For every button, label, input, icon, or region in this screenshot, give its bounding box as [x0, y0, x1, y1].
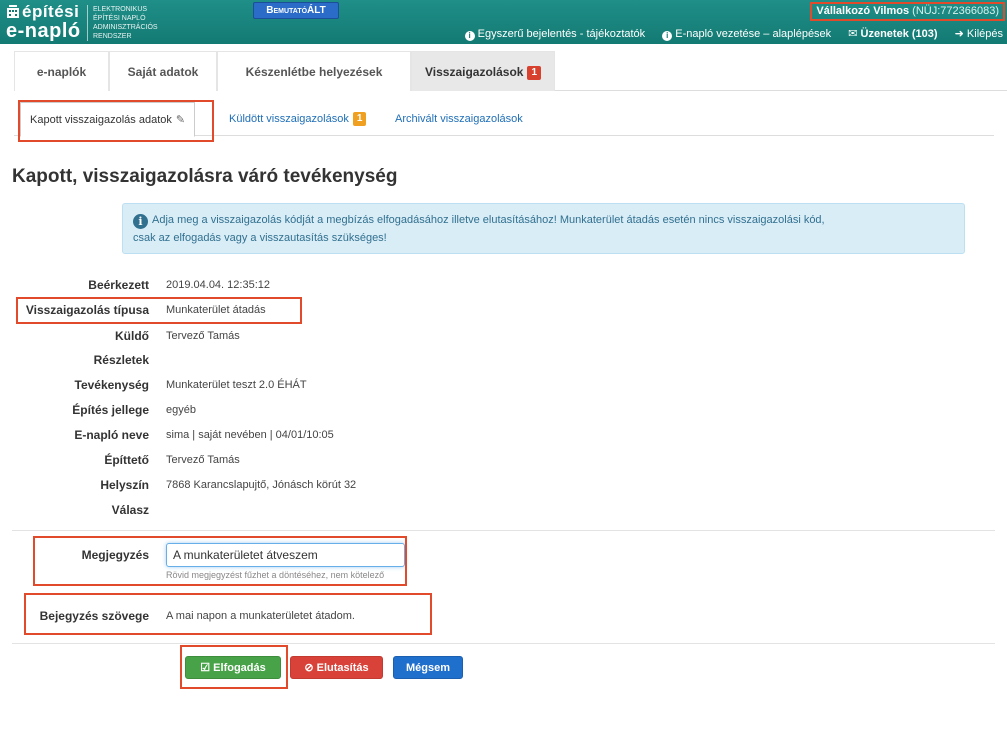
- reject-button[interactable]: ⊘ Elutasítás: [290, 656, 383, 679]
- detail-value: Munkaterület teszt 2.0 ÉHÁT: [166, 379, 307, 391]
- logout-link[interactable]: ➜ Kilépés: [955, 28, 1003, 40]
- accept-button[interactable]: ☑ Elfogadás: [185, 656, 281, 679]
- detail-label: Beérkezett: [88, 278, 149, 292]
- check-icon: ☑: [200, 662, 214, 674]
- info-icon: i: [464, 31, 475, 41]
- arrow-right-icon: ➜: [954, 28, 967, 40]
- subtab-archivalt[interactable]: Archivált visszaigazolások: [395, 102, 523, 136]
- detail-row-helyszin: Helyszín 7868 Karancslapujtő, Jónásch kö…: [0, 474, 1007, 496]
- logo-divider: [87, 5, 88, 41]
- detail-row-kuldo: Küldő Tervező Tamás: [0, 325, 1007, 347]
- top-links: i Egyszerű bejelentés - tájékoztatók i E-n…: [451, 27, 1003, 41]
- tab-visszaigazolasok[interactable]: Visszaigazolások 1: [411, 51, 555, 91]
- app-logo[interactable]: építési e-napló Elektronikus Építési nap…: [6, 3, 246, 43]
- user-info[interactable]: Vállalkozó Vilmos (NÜJ:772366083): [810, 2, 1005, 21]
- entry-label: Bejegyzés szövege: [39, 609, 149, 623]
- subtab-kapott[interactable]: Kapott visszaigazolás adatok ✎: [20, 102, 196, 137]
- count-badge: 1: [527, 66, 542, 80]
- messages-link[interactable]: ✉ Üzenetek (103): [848, 28, 937, 40]
- simple-report-link[interactable]: i Egyszerű bejelentés - tájékoztatók: [464, 28, 645, 41]
- detail-label: Visszaigazolás típusa: [25, 303, 149, 317]
- detail-label: Építtető: [104, 453, 149, 467]
- detail-row-enaplo-neve: E-napló neve sima | saját nevében | 04/0…: [0, 424, 1007, 446]
- note-input[interactable]: [166, 543, 405, 567]
- tab-keszenletbe[interactable]: Készenlétbe helyezések: [217, 51, 411, 91]
- cancel-button[interactable]: Mégsem: [393, 656, 463, 679]
- detail-value: egyéb: [166, 404, 196, 416]
- demo-badge: BemutatóÁLT: [253, 2, 339, 19]
- logo-bottom-text: e-napló: [6, 20, 81, 42]
- sub-tabs: Kapott visszaigazolás adatok ✎ Küldött vi…: [14, 102, 994, 137]
- note-row: Megjegyzés: [0, 544, 1007, 566]
- count-badge: 1: [352, 112, 367, 126]
- divider: [12, 530, 995, 531]
- detail-value: Tervező Tamás: [166, 330, 240, 342]
- note-label: Megjegyzés: [81, 548, 149, 562]
- detail-row-epites-jellege: Építés jellege egyéb: [0, 399, 1007, 421]
- info-text-1: Adja meg a visszaigazolás kódját a megbí…: [152, 214, 825, 226]
- ban-icon: ⊘: [304, 662, 317, 674]
- building-icon: [7, 5, 19, 18]
- info-icon: i: [133, 214, 148, 229]
- detail-label: Válasz: [111, 503, 149, 517]
- subtab-kuldott[interactable]: Küldött visszaigazolások 1: [229, 102, 367, 136]
- tab-enaplok[interactable]: e-naplók: [14, 51, 109, 91]
- detail-row-epitteto: Építtető Tervező Tamás: [0, 449, 1007, 471]
- logo-top-text: építési: [6, 3, 79, 21]
- detail-value: Tervező Tamás: [166, 454, 240, 466]
- envelope-icon: ✉: [848, 28, 861, 40]
- page-title: Kapott, visszaigazolásra váró tevékenysé…: [12, 166, 398, 187]
- info-text-2: csak az elfogadás vagy a visszautasítás …: [133, 232, 387, 244]
- user-id: (NÜJ:772366083): [912, 5, 999, 17]
- divider: [12, 643, 995, 644]
- detail-row-tevekenyseg: Tevékenység Munkaterület teszt 2.0 ÉHÁT: [0, 374, 1007, 396]
- detail-value: Munkaterület átadás: [166, 304, 266, 316]
- detail-row-reszletek: Részletek: [0, 349, 1007, 371]
- detail-label: Tevékenység: [74, 378, 150, 392]
- detail-row-valasz: Válasz: [0, 499, 1007, 521]
- detail-label: Építés jellege: [72, 403, 149, 417]
- pencil-icon: ✎: [175, 114, 186, 126]
- info-alert: i Adja meg a visszaigazolás kódját a megb…: [122, 203, 965, 254]
- detail-value: sima | saját nevében | 04/01/10:05: [166, 429, 334, 441]
- detail-label: Küldő: [115, 329, 149, 343]
- detail-label: Helyszín: [100, 478, 149, 492]
- detail-value: 2019.04.04. 12:35:12: [166, 279, 270, 291]
- detail-row-tipus: Visszaigazolás típusa Munkaterület átadá…: [0, 299, 1007, 321]
- basics-link[interactable]: i E-napló vezetése – alaplépések: [662, 28, 831, 41]
- entry-row: Bejegyzés szövege A mai napon a munkater…: [0, 605, 1007, 627]
- top-header: építési e-napló Elektronikus Építési nap…: [0, 0, 1007, 44]
- user-name: Vállalkozó Vilmos: [816, 5, 910, 17]
- entry-value: A mai napon a munkaterületet átadom.: [166, 610, 355, 622]
- detail-label: E-napló neve: [74, 428, 149, 442]
- tab-sajat-adatok[interactable]: Saját adatok: [109, 51, 217, 91]
- detail-row-beerkezett: Beérkezett 2019.04.04. 12:35:12: [0, 274, 1007, 296]
- info-icon: i: [662, 31, 673, 41]
- detail-value: 7868 Karancslapujtő, Jónásch körút 32: [166, 479, 357, 491]
- main-tabs: e-naplók Saját adatok Készenlétbe helyez…: [14, 51, 1007, 91]
- detail-label: Részletek: [93, 353, 149, 367]
- note-help-text: Rövid megjegyzést fűzhet a döntéséhez, n…: [166, 570, 385, 580]
- logo-subtitle: Elektronikus Építési napló Adminisztráci…: [93, 6, 158, 40]
